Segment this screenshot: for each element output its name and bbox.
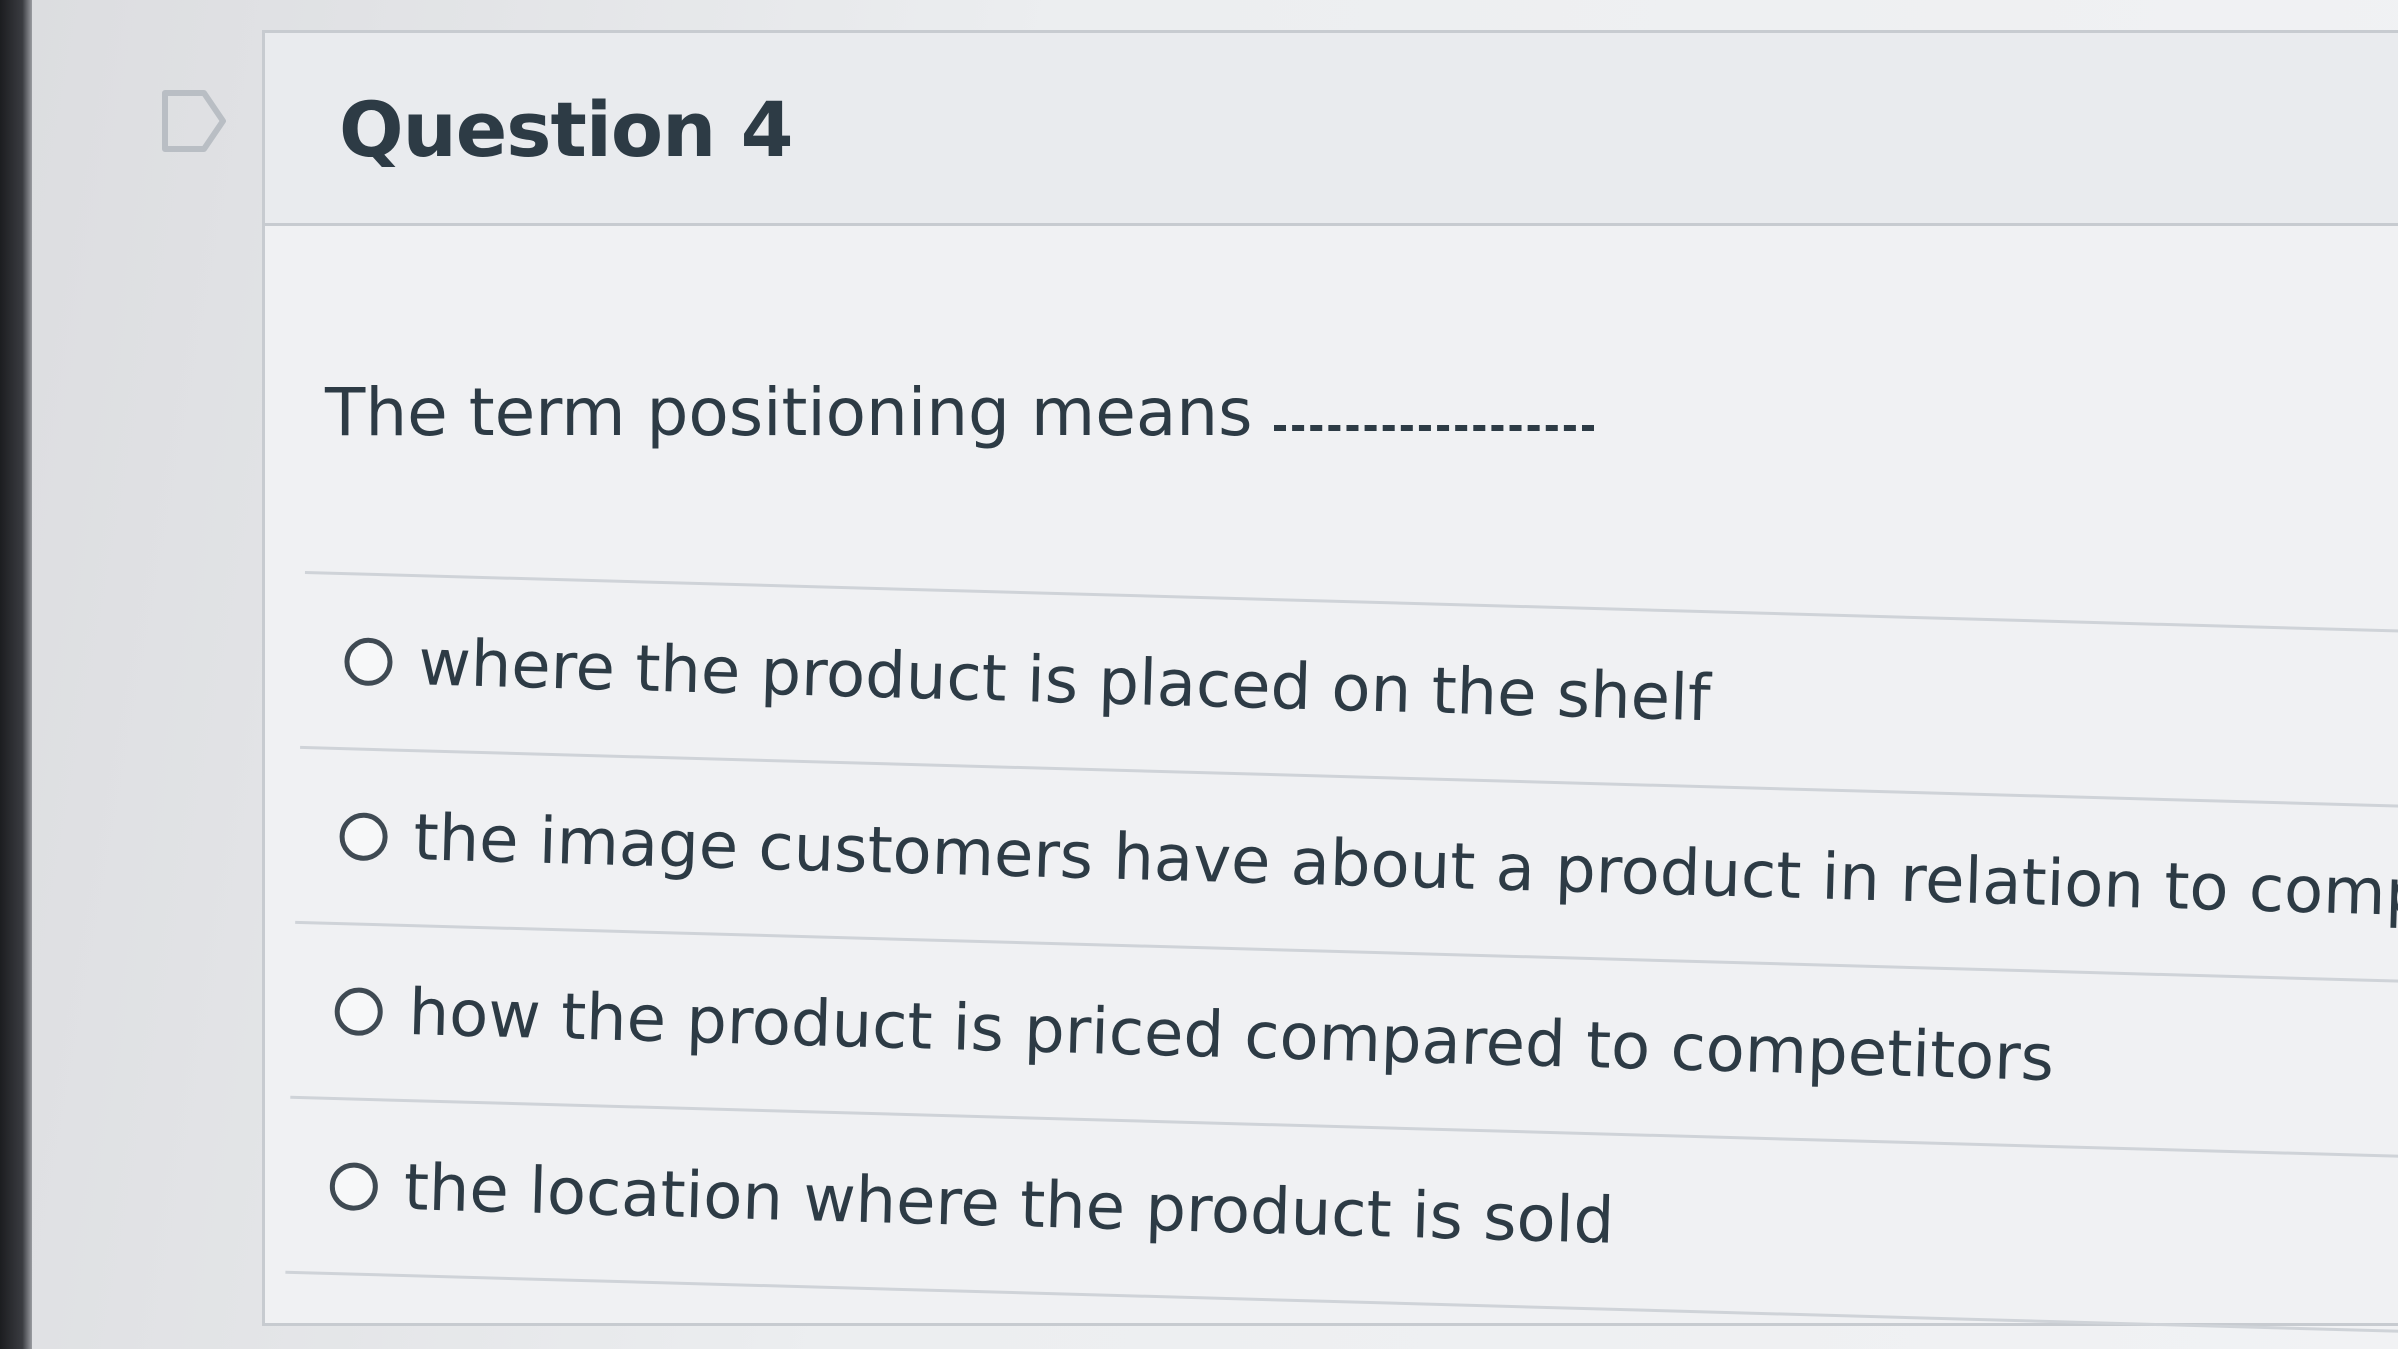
question-text: The term positioning means [325, 374, 1253, 451]
screen-bezel [0, 0, 32, 1349]
question-body: The term positioning means where the pro… [265, 226, 2398, 1334]
question-prompt: The term positioning means [325, 374, 1595, 451]
question-title: Question 4 [339, 85, 794, 174]
fill-in-blank [1274, 425, 1595, 431]
answer-label: the image customers have about a product… [412, 801, 2398, 938]
flag-question-icon[interactable] [160, 88, 228, 154]
radio-button-icon[interactable] [343, 637, 394, 687]
answer-list: where the product is placed on the shelf… [285, 571, 2398, 1334]
answer-label: how the product is priced compared to co… [407, 976, 2055, 1097]
question-header: Question 4 [265, 33, 2398, 226]
radio-button-icon[interactable] [334, 987, 384, 1037]
radio-button-icon[interactable] [338, 812, 389, 862]
radio-button-icon[interactable] [329, 1161, 379, 1212]
answer-label: where the product is placed on the shelf [417, 626, 1712, 737]
quiz-page: Question 4 The term positioning means wh… [32, 0, 2398, 1349]
answer-label: the location where the product is sold [402, 1151, 1616, 1259]
question-card: Question 4 The term positioning means wh… [262, 30, 2398, 1334]
